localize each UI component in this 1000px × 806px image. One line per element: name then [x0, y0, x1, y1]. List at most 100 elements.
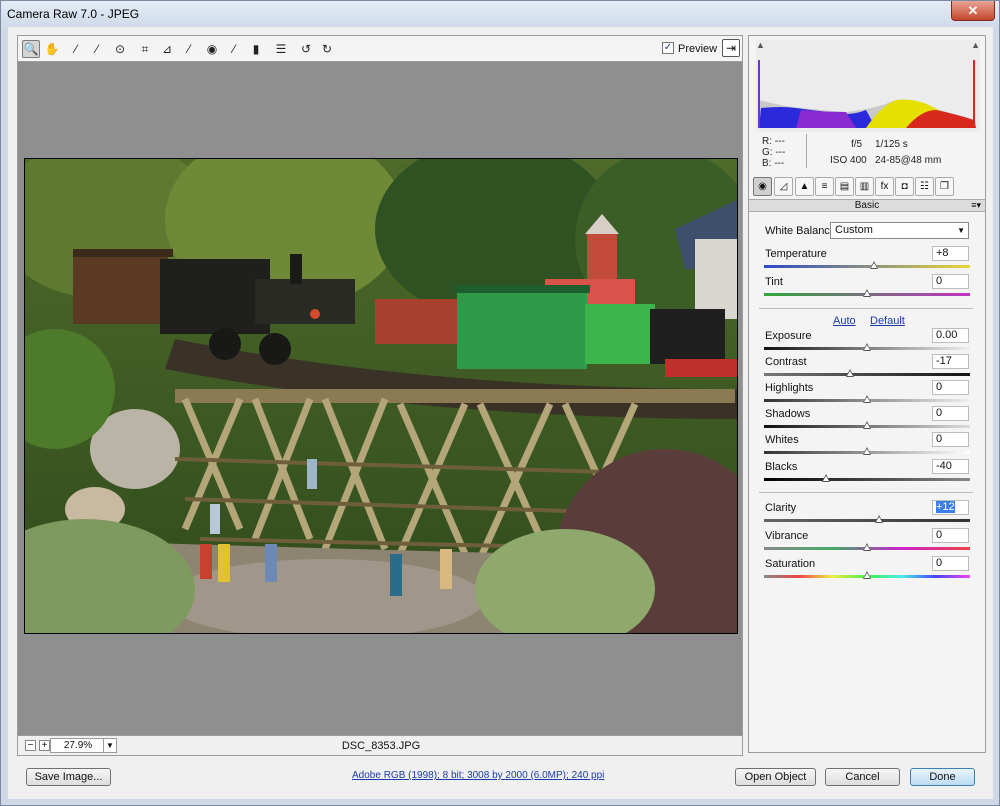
- panel-menu-icon[interactable]: ≡▾: [971, 200, 981, 211]
- graduated-filter-tool-icon[interactable]: ▮: [247, 40, 265, 58]
- contrast-field[interactable]: -17: [932, 354, 969, 369]
- tab-camera-calibration-icon[interactable]: ◘: [895, 177, 914, 196]
- lens-value: 24-85@48 mm: [875, 155, 942, 166]
- cancel-button[interactable]: Cancel: [825, 768, 900, 786]
- fullscreen-toggle-icon[interactable]: ⇥: [722, 39, 740, 57]
- default-link[interactable]: Default: [870, 315, 905, 327]
- tab-detail-icon[interactable]: ▲: [795, 177, 814, 196]
- shadows-field[interactable]: 0: [932, 406, 969, 421]
- clarity-label: Clarity: [765, 502, 797, 514]
- saturation-field[interactable]: 0: [932, 556, 969, 571]
- shadows-thumb[interactable]: [863, 421, 871, 429]
- straighten-tool-icon[interactable]: ⊿: [158, 40, 176, 58]
- save-image-button[interactable]: Save Image...: [26, 768, 111, 786]
- vibrance-slider[interactable]: [764, 543, 970, 551]
- section-header: Basic ≡▾: [749, 199, 985, 212]
- white-balance-tool-icon[interactable]: ⁄: [67, 40, 85, 58]
- temperature-field[interactable]: +8: [932, 246, 969, 261]
- tint-label: Tint: [765, 276, 783, 288]
- rotate-right-icon[interactable]: ↻: [318, 40, 336, 58]
- camera-raw-window: Camera Raw 7.0 - JPEG ✕ 🔍 ✋ ⁄ ⁄ ⊙ ⌗ ⊿ ⁄ …: [0, 0, 1000, 806]
- tint-field[interactable]: 0: [932, 274, 969, 289]
- whites-thumb[interactable]: [863, 447, 871, 455]
- shadows-label: Shadows: [765, 408, 811, 420]
- crop-tool-icon[interactable]: ⌗: [136, 40, 154, 58]
- shutter-value: 1/125 s: [875, 139, 908, 150]
- done-button[interactable]: Done: [910, 768, 975, 786]
- temperature-slider[interactable]: [764, 261, 970, 269]
- white-balance-dropdown[interactable]: Custom: [830, 222, 969, 239]
- blacks-thumb[interactable]: [822, 474, 830, 482]
- preview-checkbox[interactable]: ✓: [662, 42, 674, 54]
- vibrance-thumb[interactable]: [863, 543, 871, 551]
- clarity-field[interactable]: +12: [932, 500, 969, 515]
- tab-snapshots-icon[interactable]: ❐: [935, 177, 954, 196]
- saturation-label: Saturation: [765, 558, 816, 570]
- tab-basic-icon[interactable]: ◉: [753, 177, 772, 196]
- targeted-adjustment-tool-icon[interactable]: ⊙: [111, 40, 129, 58]
- divider: [759, 492, 973, 493]
- filename-label: DSC_8353.JPG: [341, 740, 421, 752]
- tab-effects-icon[interactable]: fx: [875, 177, 894, 196]
- contrast-label: Contrast: [765, 356, 807, 368]
- whites-slider[interactable]: [764, 447, 970, 455]
- adjustments-panel: ▲ ▲ R: --- G: --- B: --- f/5 1/125 s ISO…: [748, 35, 986, 753]
- aperture-value: f/5: [851, 139, 863, 150]
- tint-slider[interactable]: [764, 289, 970, 297]
- preview-canvas[interactable]: [17, 61, 743, 736]
- exposure-label: Exposure: [765, 330, 812, 342]
- tab-tone-curve-icon[interactable]: ◿: [774, 177, 793, 196]
- whites-field[interactable]: 0: [932, 432, 969, 447]
- blacks-field[interactable]: -40: [932, 459, 969, 474]
- title-bar[interactable]: Camera Raw 7.0 - JPEG ✕: [1, 1, 999, 27]
- color-sampler-tool-icon[interactable]: ⁄: [88, 40, 106, 58]
- rotate-left-icon[interactable]: ↺: [297, 40, 315, 58]
- readout-b: B: ---: [762, 158, 785, 169]
- blacks-label: Blacks: [765, 461, 798, 473]
- shadow-clipping-warning-icon[interactable]: ▲: [756, 40, 765, 50]
- auto-link[interactable]: Auto: [833, 315, 856, 327]
- photo-preview[interactable]: [24, 158, 738, 634]
- clarity-value-selected[interactable]: +12: [936, 501, 955, 513]
- highlights-slider[interactable]: [764, 395, 970, 403]
- exposure-slider[interactable]: [764, 343, 970, 351]
- contrast-slider[interactable]: [764, 369, 970, 377]
- tint-thumb[interactable]: [863, 289, 871, 297]
- hand-tool-icon[interactable]: ✋: [43, 40, 61, 58]
- saturation-thumb[interactable]: [863, 571, 871, 579]
- histogram-graph: [756, 40, 980, 132]
- close-button[interactable]: ✕: [951, 1, 995, 21]
- vibrance-label: Vibrance: [765, 530, 809, 542]
- blacks-slider[interactable]: [764, 474, 970, 482]
- whites-label: Whites: [765, 434, 799, 446]
- highlights-thumb[interactable]: [863, 395, 871, 403]
- clarity-slider[interactable]: [764, 515, 970, 523]
- photo-image: [25, 159, 737, 633]
- vibrance-field[interactable]: 0: [932, 528, 969, 543]
- histogram: ▲ ▲: [756, 40, 980, 132]
- tab-lens-corrections-icon[interactable]: ▥: [855, 177, 874, 196]
- preferences-icon[interactable]: ☰: [272, 40, 290, 58]
- exposure-thumb[interactable]: [863, 343, 871, 351]
- exposure-field[interactable]: 0.00: [932, 328, 969, 343]
- highlights-label: Highlights: [765, 382, 814, 394]
- contrast-thumb[interactable]: [846, 369, 854, 377]
- red-eye-tool-icon[interactable]: ◉: [203, 40, 221, 58]
- saturation-slider[interactable]: [764, 571, 970, 579]
- temperature-label: Temperature: [765, 248, 827, 260]
- status-bar: − + 27.9% ▼ DSC_8353.JPG: [17, 736, 743, 756]
- window-title: Camera Raw 7.0 - JPEG: [7, 7, 140, 21]
- spot-removal-tool-icon[interactable]: ⁄: [180, 40, 198, 58]
- tab-split-toning-icon[interactable]: ▤: [835, 177, 854, 196]
- tab-presets-icon[interactable]: ☷: [915, 177, 934, 196]
- shadows-slider[interactable]: [764, 421, 970, 429]
- zoom-tool-icon[interactable]: 🔍: [22, 40, 40, 58]
- workflow-options-link[interactable]: Adobe RGB (1998); 8 bit; 3008 by 2000 (6…: [352, 770, 604, 781]
- temperature-thumb[interactable]: [870, 261, 878, 269]
- highlight-clipping-warning-icon[interactable]: ▲: [971, 40, 980, 50]
- adjustment-brush-tool-icon[interactable]: ⁄: [225, 40, 243, 58]
- highlights-field[interactable]: 0: [932, 380, 969, 395]
- clarity-thumb[interactable]: [875, 515, 883, 523]
- tab-hsl-icon[interactable]: ≡: [815, 177, 834, 196]
- open-object-button[interactable]: Open Object: [735, 768, 816, 786]
